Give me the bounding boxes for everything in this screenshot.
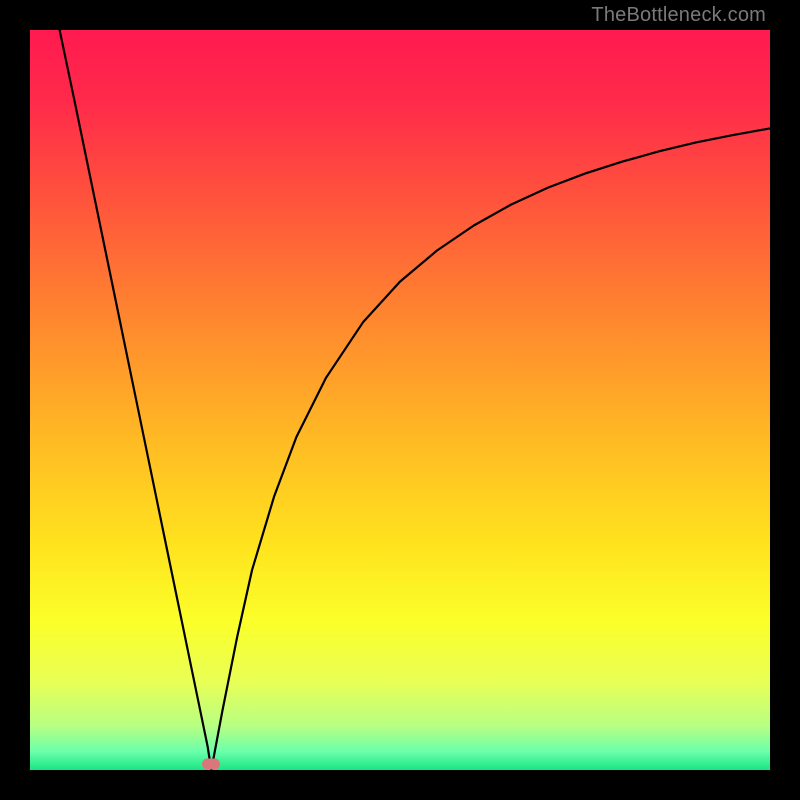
- plot-area: [30, 30, 770, 770]
- bottleneck-curve: [30, 30, 770, 770]
- chart-frame: TheBottleneck.com: [0, 0, 800, 800]
- watermark-text: TheBottleneck.com: [591, 4, 766, 27]
- optimum-marker: [202, 759, 220, 770]
